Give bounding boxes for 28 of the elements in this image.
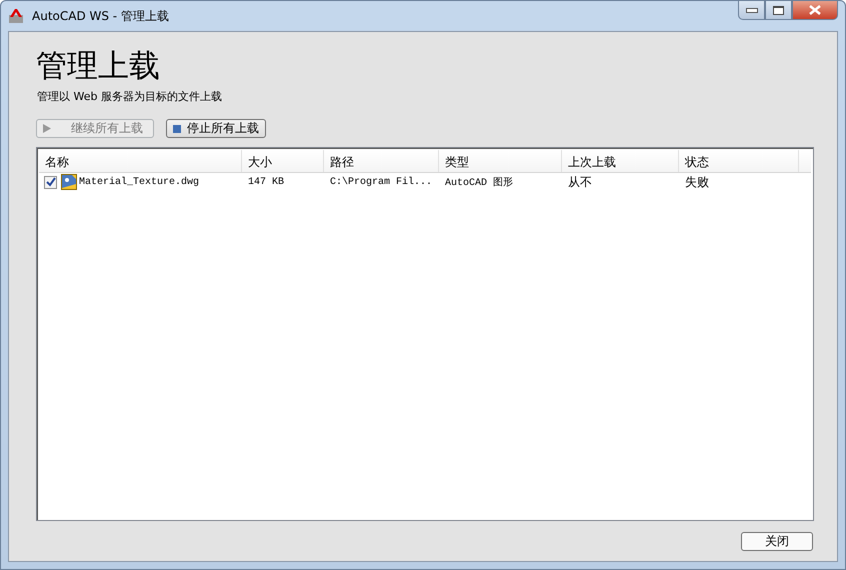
table-cell: Material_Texture.dwg bbox=[79, 176, 200, 188]
maximize-button[interactable] bbox=[765, 1, 792, 20]
window-title: AutoCAD WS - 管理上载 bbox=[32, 8, 169, 24]
stop-icon bbox=[173, 124, 181, 132]
page-subtitle: 管理以 Web 服务器为目标的文件上载 bbox=[37, 89, 223, 104]
close-dialog-button[interactable]: 关闭 bbox=[741, 532, 813, 551]
table-cell-text: AutoCAD 图形 bbox=[445, 176, 514, 189]
column-header[interactable]: 路径 bbox=[324, 150, 439, 172]
page-heading: 管理上载 bbox=[36, 47, 161, 86]
table-cell: 失败 bbox=[685, 174, 709, 190]
minimize-icon bbox=[746, 8, 758, 12]
table-cell: 147 KB bbox=[248, 176, 284, 188]
table-cell: 从不 bbox=[568, 174, 592, 190]
column-header[interactable]: 大小 bbox=[242, 150, 324, 172]
stop-all-button[interactable]: 停止所有上载 bbox=[166, 119, 266, 138]
drawing-file-icon bbox=[61, 174, 77, 190]
close-icon bbox=[809, 5, 821, 15]
maximize-icon bbox=[773, 6, 784, 14]
column-header[interactable]: 上次上载 bbox=[562, 150, 679, 172]
checkbox[interactable] bbox=[44, 176, 57, 188]
table-cell: C:\Program Fil... bbox=[330, 176, 432, 188]
app-logo-icon bbox=[8, 8, 24, 24]
play-icon bbox=[43, 124, 51, 133]
column-header[interactable]: 状态 bbox=[679, 150, 799, 172]
column-header[interactable]: 类型 bbox=[439, 150, 562, 172]
minimize-button[interactable] bbox=[738, 1, 765, 20]
close-button[interactable] bbox=[792, 1, 838, 20]
column-header[interactable]: 名称 bbox=[39, 150, 242, 172]
